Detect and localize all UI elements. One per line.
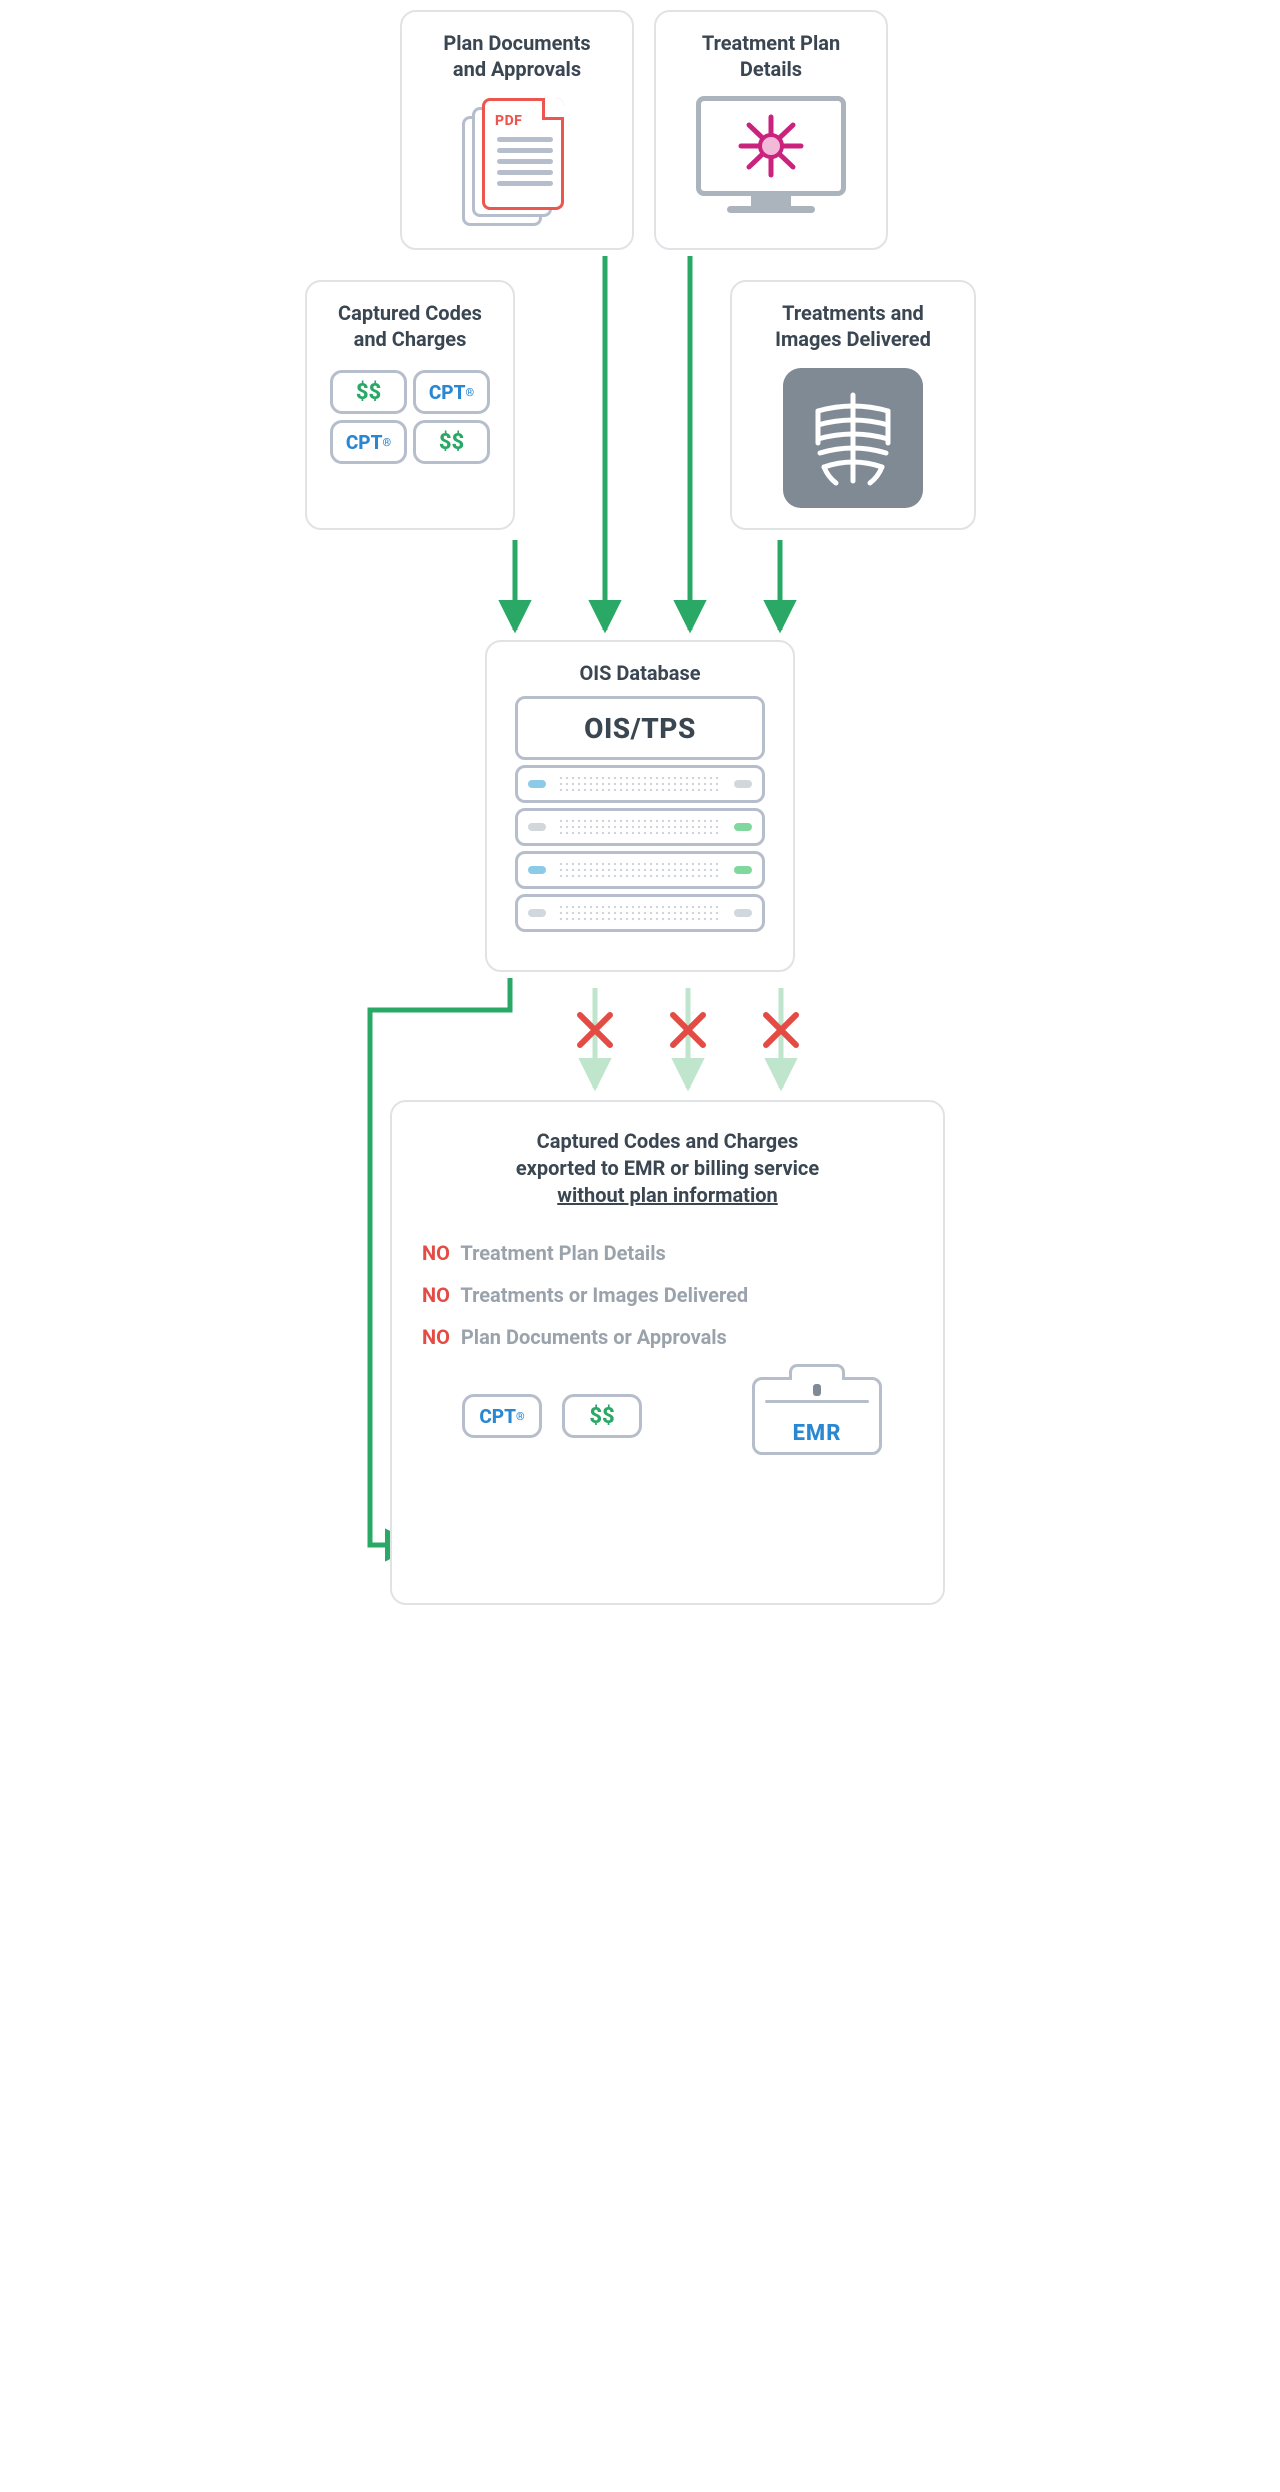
- box-plan-documents: Plan Documents and Approvals PDF: [400, 10, 634, 250]
- emr-label: EMR: [793, 1421, 842, 1446]
- title-line1: Captured Codes: [338, 301, 482, 325]
- box-bottom-export: Captured Codes and Charges exported to E…: [390, 1100, 945, 1605]
- emr-icon: EMR: [752, 1377, 882, 1455]
- pdf-stack-icon: PDF: [462, 98, 572, 228]
- no-line-1: NO Treatment Plan Details: [422, 1241, 913, 1265]
- cpt-pill: CPT®: [413, 370, 490, 414]
- server-label: OIS/TPS: [515, 696, 765, 760]
- title-line2: and Approvals: [453, 57, 581, 81]
- box-captured-codes: Captured Codes and Charges $$ CPT® CPT® …: [305, 280, 515, 530]
- title-line1: Plan Documents: [443, 31, 590, 55]
- server-rack-icon: OIS/TPS: [515, 696, 765, 932]
- box-title: Treatments and Images Delivered: [732, 282, 974, 362]
- title-line1: Treatments and: [782, 301, 924, 325]
- cpt-pill: CPT®: [330, 420, 407, 464]
- starburst-icon: [733, 113, 809, 179]
- box-title: OIS Database: [487, 642, 793, 692]
- bottom-icon-row: CPT® $$ EMR: [422, 1377, 913, 1455]
- bottom-headline: Captured Codes and Charges exported to E…: [422, 1128, 913, 1209]
- title-line2: and Charges: [354, 327, 467, 351]
- headline-l3: without plan information: [557, 1183, 777, 1207]
- no-line-3: NO Plan Documents or Approvals: [422, 1325, 913, 1349]
- diagram-canvas: Plan Documents and Approvals PDF Treatme…: [250, 0, 1030, 1660]
- money-pill: $$: [413, 420, 490, 464]
- title-line2: Details: [740, 57, 802, 81]
- box-title: Captured Codes and Charges: [307, 282, 513, 362]
- no-line-2: NO Treatments or Images Delivered: [422, 1283, 913, 1307]
- box-title: Treatment Plan Details: [656, 12, 886, 92]
- no-list: NO Treatment Plan Details NO Treatments …: [422, 1241, 913, 1349]
- title-line1: Treatment Plan: [702, 31, 840, 55]
- headline-l1: Captured Codes and Charges: [537, 1129, 799, 1153]
- box-title: Plan Documents and Approvals: [402, 12, 632, 92]
- box-ois-database: OIS Database OIS/TPS: [485, 640, 795, 972]
- box-treatments-images: Treatments and Images Delivered: [730, 280, 976, 530]
- title-line2: Images Delivered: [775, 327, 931, 351]
- headline-l2: exported to EMR or billing service: [516, 1156, 819, 1180]
- money-pill: $$: [562, 1394, 642, 1438]
- pdf-badge: PDF: [495, 113, 522, 129]
- box-treatment-plan: Treatment Plan Details: [654, 10, 888, 250]
- pill-grid: $$ CPT® CPT® $$: [330, 370, 490, 464]
- money-pill: $$: [330, 370, 407, 414]
- xray-icon: [783, 368, 923, 508]
- monitor-icon: [696, 96, 846, 213]
- cpt-pill: CPT®: [462, 1394, 542, 1438]
